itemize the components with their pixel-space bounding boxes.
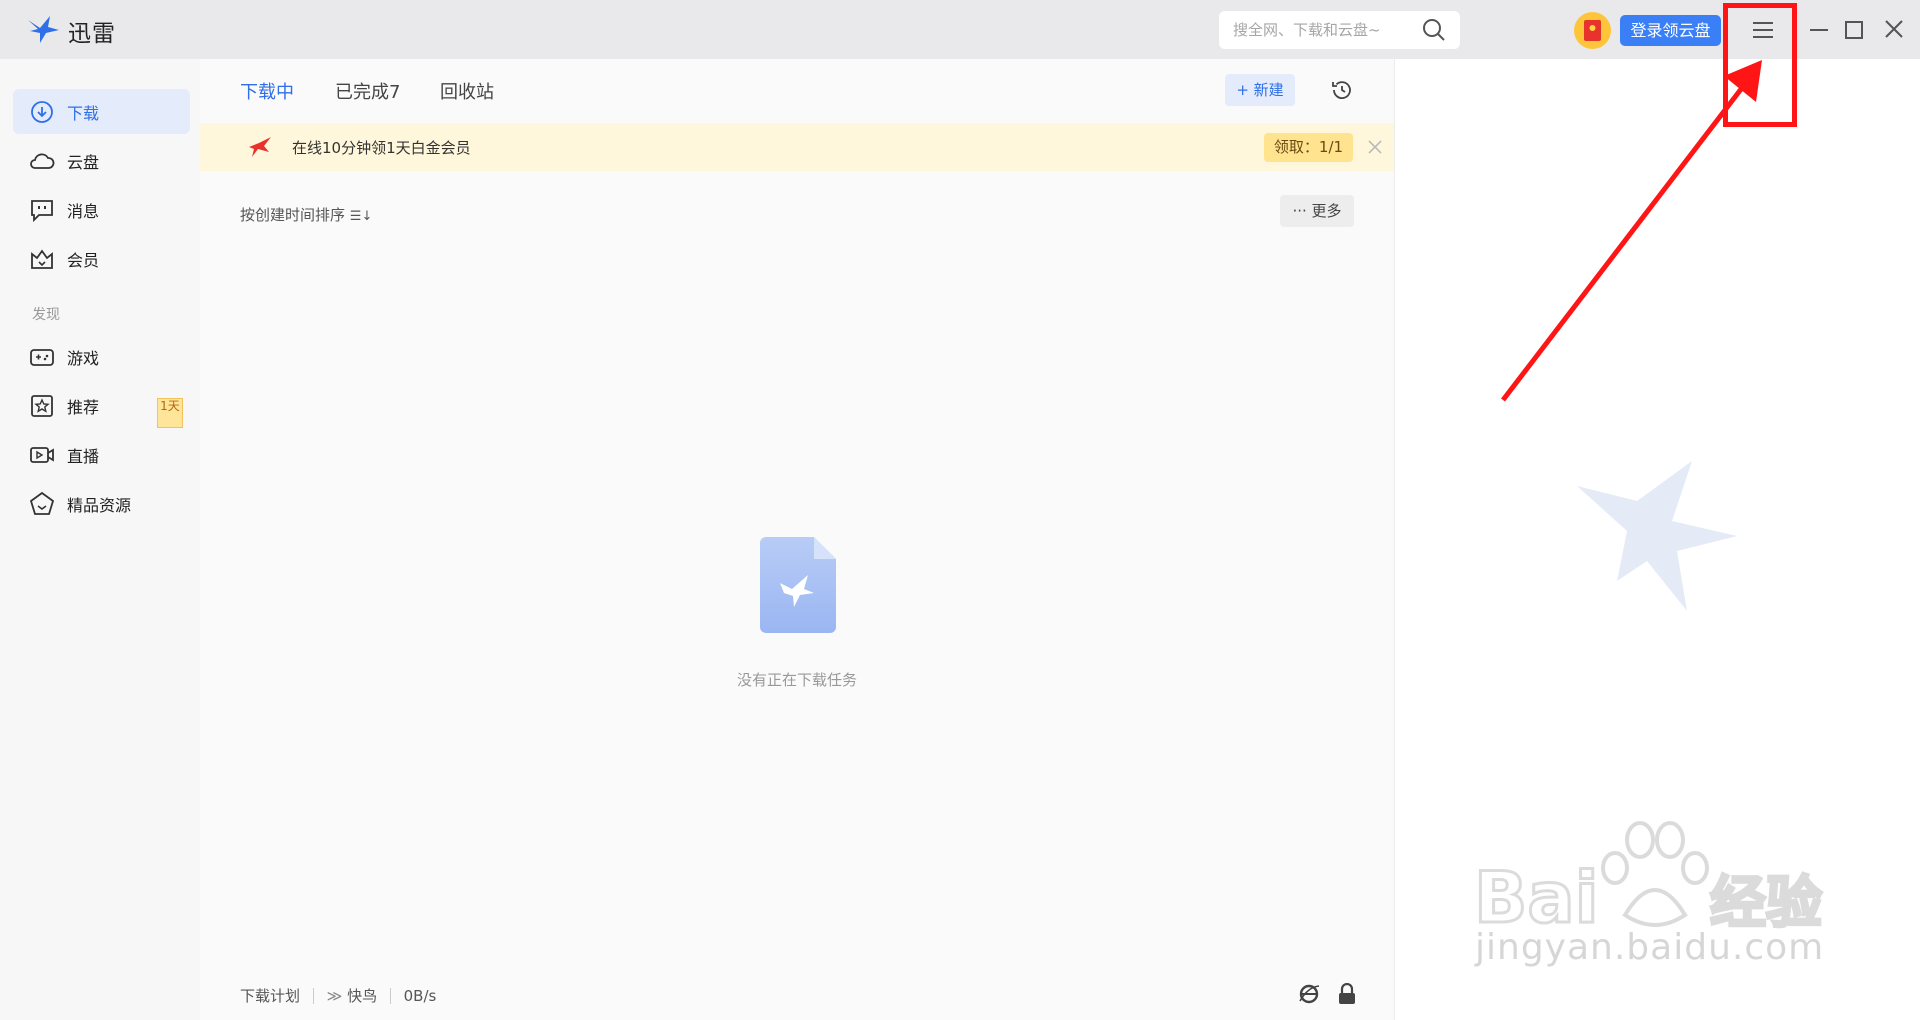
close-icon[interactable] <box>1883 18 1905 40</box>
baidu-watermark-text: jingyan.baidu.com <box>1475 927 1825 968</box>
video-icon <box>30 447 54 463</box>
xunlei-bird-watermark-icon <box>1577 461 1737 611</box>
sort-label: 按创建时间排序 <box>240 206 346 224</box>
promo-claim-button[interactable]: 领取：1/1 <box>1264 133 1353 162</box>
title-bar: 迅雷 登录领云盘 <box>0 0 1920 59</box>
search-icon[interactable] <box>1422 18 1446 42</box>
sidebar-item-label: 游戏 <box>67 349 100 368</box>
bird-speed-icon: ≫ <box>326 986 343 1005</box>
history-icon[interactable] <box>1330 78 1354 102</box>
annotation-highlight-box <box>1723 3 1797 127</box>
divider <box>312 987 314 1004</box>
ellipsis-icon: ··· <box>1292 202 1307 220</box>
sidebar-item-vip[interactable]: 会员 <box>13 236 190 281</box>
sort-by-created-time[interactable]: 按创建时间排序 ☰↓ <box>240 204 372 225</box>
sidebar: 下载 云盘 消息 会员 发现 游戏 推荐 直播 精品资源 1天 <box>0 59 200 1020</box>
gem-icon <box>29 491 55 515</box>
xunlei-logo-icon <box>28 16 59 43</box>
login-button[interactable]: 登录领云盘 <box>1620 15 1721 46</box>
tab-downloading[interactable]: 下载中 <box>240 78 294 104</box>
sidebar-item-label: 会员 <box>67 251 100 270</box>
message-icon <box>31 200 53 223</box>
sidebar-item-messages[interactable]: 消息 <box>13 187 190 232</box>
sidebar-item-premium-resources[interactable]: 精品资源 <box>13 481 190 526</box>
browser-ie-icon[interactable] <box>1298 983 1320 1005</box>
kuainiao-link[interactable]: 快鸟 <box>347 985 377 1006</box>
promo-close-icon[interactable] <box>1366 138 1384 156</box>
red-envelope-icon[interactable] <box>1574 12 1611 49</box>
new-task-button[interactable]: + 新建 <box>1225 74 1295 106</box>
app-title: 迅雷 <box>68 21 116 47</box>
sidebar-item-label: 下载 <box>67 104 100 123</box>
xunlei-red-bird-icon <box>249 137 271 157</box>
minimize-icon[interactable] <box>1808 16 1830 42</box>
crown-icon <box>31 249 53 269</box>
search-input[interactable] <box>1233 11 1413 49</box>
download-plan-link[interactable]: 下载计划 <box>240 985 300 1006</box>
more-label: 更多 <box>1311 202 1342 220</box>
tab-completed[interactable]: 已完成7 <box>335 78 400 104</box>
tab-recycle-bin[interactable]: 回收站 <box>440 78 494 104</box>
sidebar-item-live[interactable]: 直播 <box>13 432 190 477</box>
gamepad-icon <box>30 349 54 366</box>
download-icon <box>31 101 53 123</box>
sidebar-item-label: 精品资源 <box>67 496 132 515</box>
star-icon <box>31 395 53 417</box>
download-main-panel: 下载中 已完成7 回收站 + 新建 在线10分钟领1天白金会员 领取：1/1 按… <box>200 59 1394 1020</box>
sidebar-item-games[interactable]: 游戏 <box>13 334 190 379</box>
promo-text: 在线10分钟领1天白金会员 <box>292 139 471 157</box>
maximize-icon[interactable] <box>1845 21 1863 39</box>
sidebar-item-label: 推荐 <box>67 398 100 417</box>
sort-icon: ☰↓ <box>349 209 373 224</box>
sidebar-item-download[interactable]: 下载 <box>13 89 190 134</box>
vip-promo-banner: 在线10分钟领1天白金会员 领取：1/1 <box>200 123 1394 171</box>
sidebar-item-label: 云盘 <box>67 153 100 172</box>
sidebar-item-cloud[interactable]: 云盘 <box>13 138 190 183</box>
download-speed: 0B/s <box>403 986 437 1005</box>
cloud-icon <box>30 153 55 169</box>
status-bar: 下载计划 ≫ 快鸟 0B/s <box>240 985 436 1006</box>
more-button[interactable]: ··· 更多 <box>1280 195 1354 227</box>
sidebar-item-label: 直播 <box>67 447 100 466</box>
discover-section-label: 发现 <box>32 307 60 323</box>
divider <box>389 987 391 1004</box>
plus-icon: + <box>1236 81 1249 99</box>
empty-state-text: 没有正在下载任务 <box>736 671 857 689</box>
new-task-label: 新建 <box>1253 81 1284 99</box>
lock-icon[interactable] <box>1337 983 1357 1005</box>
game-promo-badge[interactable]: 1天 <box>157 398 183 428</box>
sidebar-item-label: 消息 <box>67 202 100 221</box>
empty-file-icon <box>760 537 836 633</box>
